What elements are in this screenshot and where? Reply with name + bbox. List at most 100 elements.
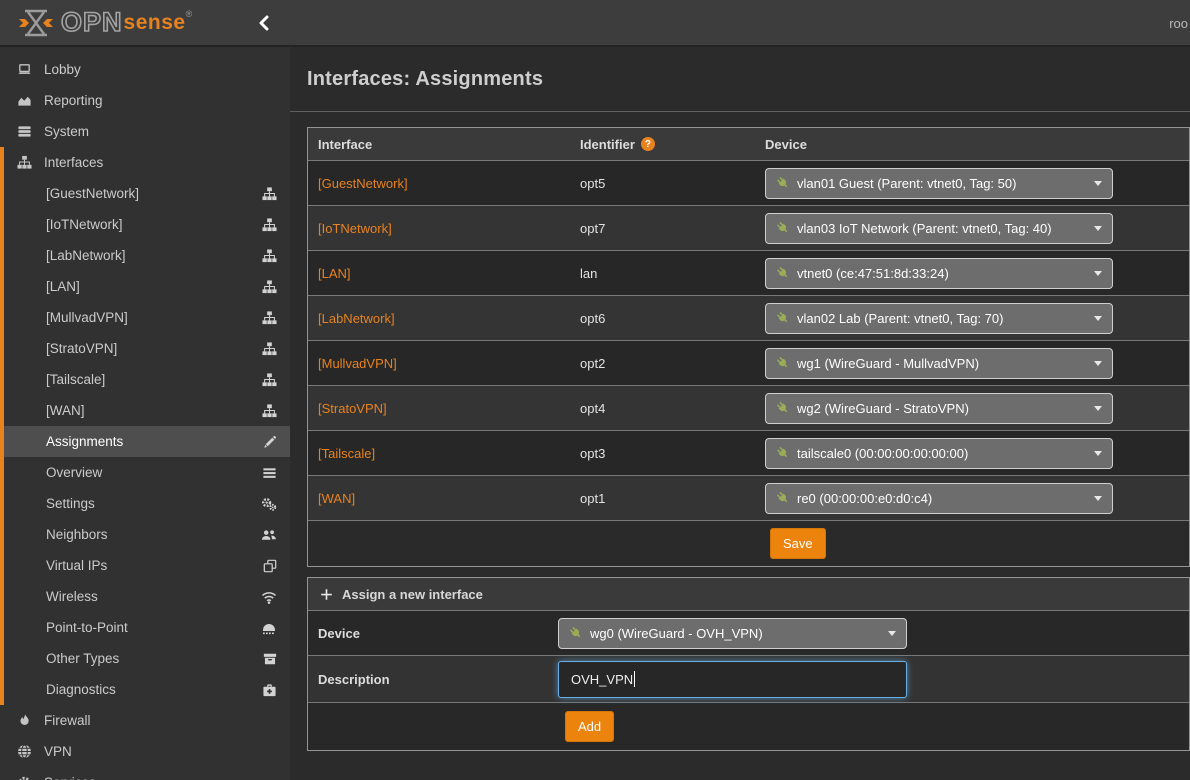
pencil-icon (263, 435, 277, 449)
archive-icon (263, 652, 277, 666)
identifier-value: opt2 (580, 356, 605, 371)
text-cursor (634, 671, 635, 687)
sidebar-item-settings[interactable]: Settings (0, 488, 290, 519)
assignment-row: [IoTNetwork] opt7 vlan03 IoT Network (Pare… (308, 206, 1189, 251)
sitemap-icon (262, 186, 277, 201)
sidebar-item-wan[interactable]: [WAN] (0, 395, 290, 426)
sidebar-item-label: Settings (46, 496, 95, 511)
interface-link[interactable]: [LabNetwork] (318, 311, 395, 326)
top-navbar: OPNsense® roo (0, 0, 1190, 47)
device-select[interactable]: vtnet0 (ce:47:51:8d:33:24) (765, 258, 1113, 289)
sidebar-item-label: [IoTNetwork] (46, 217, 123, 232)
sidebar-item-tailscale[interactable]: [Tailscale] (0, 364, 290, 395)
device-select[interactable]: wg2 (WireGuard - StratoVPN) (765, 393, 1113, 424)
add-row: Add (308, 703, 1189, 750)
assignment-row: [StratoVPN] opt4 wg2 (WireGuard - StratoVP… (308, 386, 1189, 431)
main-content: Interfaces: Assignments Interface Identi… (290, 0, 1190, 751)
save-row: Save (308, 521, 1189, 566)
sidebar-item-system[interactable]: System (0, 116, 290, 147)
assignment-row: [Tailscale]opt3tailscale0 (00:00:00:00:0… (308, 431, 1189, 476)
col-header-interface: Interface (308, 137, 572, 152)
sidebar-item-label: Diagnostics (46, 682, 116, 697)
add-button[interactable]: Add (565, 711, 614, 742)
sidebar-item-iotnetwork[interactable]: [IoTNetwork] (0, 209, 290, 240)
interface-link[interactable]: [GuestNetwork] (318, 176, 408, 191)
sidebar-item-label: [Tailscale] (46, 372, 105, 387)
sidebar-item-stratovpn[interactable]: [StratoVPN] (0, 333, 290, 364)
opnsense-logo[interactable]: OPNsense® (0, 8, 258, 38)
save-button[interactable]: Save (770, 528, 826, 559)
caret-down-icon (1094, 451, 1102, 456)
sidebar-item-label: Other Types (46, 651, 119, 666)
sidebar-item-diagnostics[interactable]: Diagnostics (0, 674, 290, 705)
plus-icon (320, 588, 333, 601)
user-menu-text[interactable]: roo (1169, 16, 1188, 31)
new-description-row: Description OVH_VPN (308, 656, 1189, 703)
sidebar-item-services[interactable]: Services (0, 767, 290, 780)
interface-link[interactable]: [Tailscale] (318, 446, 375, 461)
sidebar-item-lobby[interactable]: Lobby (0, 54, 290, 85)
sidebar-item-lan[interactable]: [LAN] (0, 271, 290, 302)
device-select[interactable]: wg1 (WireGuard - MullvadVPN) (765, 348, 1113, 379)
device-select[interactable]: vlan02 Lab (Parent: vtnet0, Tag: 70) (765, 303, 1113, 334)
assignment-row: [GuestNetwork]opt5vlan01 Guest (Parent: … (308, 161, 1189, 206)
users-icon (261, 527, 277, 542)
sidebar-item-label: Firewall (44, 713, 91, 728)
sitemap-icon (262, 341, 277, 356)
sitemap-icon (262, 403, 277, 418)
plug-icon (776, 401, 790, 415)
interface-link[interactable]: [IoTNetwork] (318, 221, 392, 236)
device-select[interactable]: vlan03 IoT Network (Parent: vtnet0, Tag:… (765, 213, 1113, 244)
interface-link[interactable]: [LAN] (318, 266, 351, 281)
plug-icon (776, 356, 790, 370)
sidebar-item-label: Overview (46, 465, 102, 480)
sidebar-item-overview[interactable]: Overview (0, 457, 290, 488)
identifier-value: opt1 (580, 491, 605, 506)
identifier-value: opt7 (580, 221, 605, 236)
plug-icon (776, 221, 790, 235)
sidebar-item-vpn[interactable]: VPN (0, 736, 290, 767)
plug-icon (776, 311, 790, 325)
sidebar-item-neighbors[interactable]: Neighbors (0, 519, 290, 550)
sidebar-item-wireless[interactable]: Wireless (0, 581, 290, 612)
device-select[interactable]: tailscale0 (00:00:00:00:00:00) (765, 438, 1113, 469)
sidebar-item-labnetwork[interactable]: [LabNetwork] (0, 240, 290, 271)
sidebar-item-point-to-point[interactable]: Point-to-Point (0, 612, 290, 643)
device-select[interactable]: vlan01 Guest (Parent: vtnet0, Tag: 50) (765, 168, 1113, 199)
laptop-icon (15, 62, 34, 77)
sidebar-collapse-chevron-left-icon[interactable] (258, 15, 269, 31)
sidebar-item-interfaces[interactable]: Interfaces (0, 147, 290, 178)
interface-link[interactable]: [MullvadVPN] (318, 356, 397, 371)
description-input[interactable]: OVH_VPN (558, 661, 907, 698)
sidebar-item-label: [LAN] (46, 279, 80, 294)
sidebar-item-guestnetwork[interactable]: [GuestNetwork] (0, 178, 290, 209)
sidebar-item-assignments[interactable]: Assignments (0, 426, 290, 457)
interface-link[interactable]: [StratoVPN] (318, 401, 387, 416)
sidebar-item-reporting[interactable]: Reporting (0, 85, 290, 116)
sitemap-icon (262, 372, 277, 387)
clone-icon (263, 559, 277, 573)
device-select-value: vlan03 IoT Network (Parent: vtnet0, Tag:… (797, 221, 1087, 236)
area-chart-icon (15, 93, 34, 108)
sidebar-item-other-types[interactable]: Other Types (0, 643, 290, 674)
sidebar-item-label: [MullvadVPN] (46, 310, 128, 325)
brand-registered-mark: ® (186, 9, 193, 19)
caret-down-icon (1094, 406, 1102, 411)
interface-link[interactable]: [WAN] (318, 491, 355, 506)
sidebar-item-label: Interfaces (44, 155, 103, 170)
sidebar-item-firewall[interactable]: Firewall (0, 705, 290, 736)
identifier-help-icon[interactable] (641, 137, 655, 151)
gears-icon (261, 496, 277, 511)
device-select-value: wg1 (WireGuard - MullvadVPN) (797, 356, 1087, 371)
identifier-value: opt4 (580, 401, 605, 416)
col-header-identifier: Identifier (580, 137, 635, 152)
assignments-table: Interface Identifier Device [GuestNetwor… (307, 127, 1190, 567)
caret-down-icon (1094, 181, 1102, 186)
sidebar-item-label: Wireless (46, 589, 98, 604)
device-select[interactable]: re0 (00:00:00:e0:d0:c4) (765, 483, 1113, 514)
sidebar-item-mullvadvpn[interactable]: [MullvadVPN] (0, 302, 290, 333)
plug-icon (776, 446, 790, 460)
sitemap-icon (262, 217, 277, 232)
sidebar-item-virtual-ips[interactable]: Virtual IPs (0, 550, 290, 581)
new-device-select[interactable]: wg0 (WireGuard - OVH_VPN) (558, 618, 907, 649)
